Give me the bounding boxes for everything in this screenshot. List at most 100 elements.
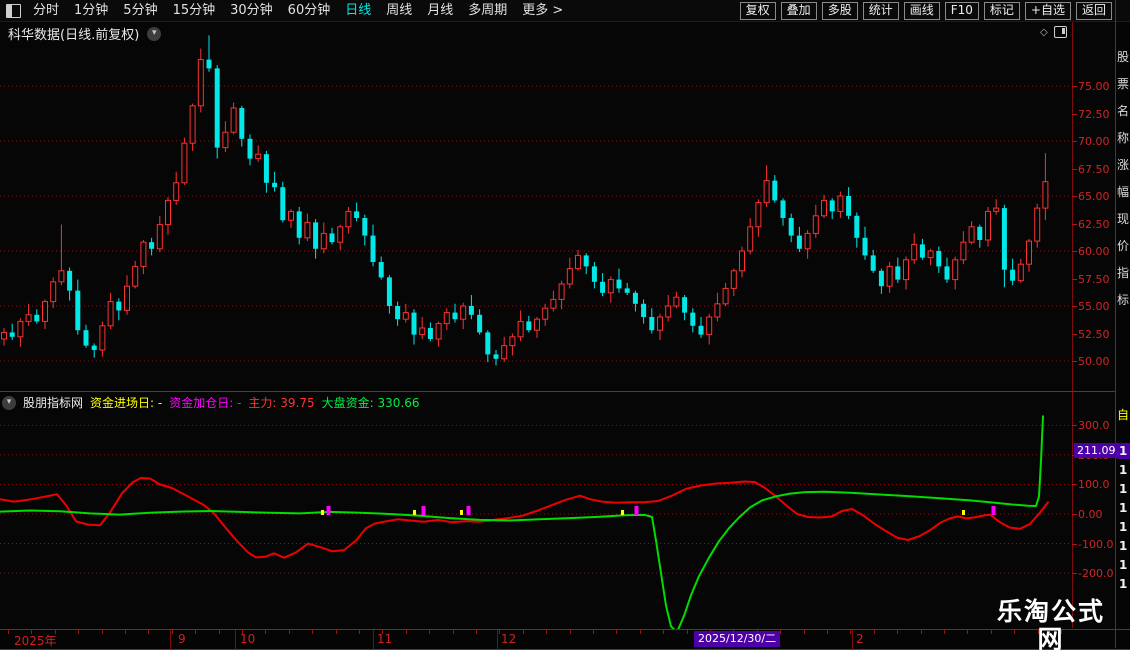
menu-item-6[interactable]: 日线 xyxy=(345,1,371,21)
candle xyxy=(460,302,467,330)
month-label: 10 xyxy=(240,632,256,646)
side-panel-price-digit: 1 xyxy=(1119,520,1128,534)
side-panel-highlight-char: 自 xyxy=(1117,408,1130,422)
date-tick xyxy=(687,630,688,634)
menu-item-0[interactable]: 分时 xyxy=(33,1,59,21)
candle xyxy=(542,303,549,326)
toolbar-button-3[interactable]: 统计 xyxy=(862,1,899,20)
candle xyxy=(386,275,392,314)
price-tick xyxy=(1072,223,1077,225)
indicator-chart[interactable] xyxy=(0,413,1072,634)
window-panel-icon[interactable] xyxy=(1053,26,1067,38)
pane-divider[interactable] xyxy=(0,391,1115,392)
date-tick xyxy=(874,630,875,634)
menu-item-3[interactable]: 15分钟 xyxy=(173,1,216,21)
candle xyxy=(993,199,1000,215)
side-panel-price-digit: 1 xyxy=(1119,539,1128,553)
candle xyxy=(370,224,376,267)
menu-item-9[interactable]: 多周期 xyxy=(468,1,507,21)
chevron-down-circle-icon[interactable]: ▾ xyxy=(147,26,162,41)
candle xyxy=(206,35,212,72)
date-tick xyxy=(780,630,781,634)
indicator-source-label: 股朋指标网 xyxy=(23,396,84,410)
candle xyxy=(165,197,171,235)
date-tick xyxy=(289,630,290,634)
candle xyxy=(247,134,253,166)
candle xyxy=(181,137,188,185)
chevron-down-circle-icon[interactable]: ▾ xyxy=(2,395,16,410)
date-tick xyxy=(429,630,430,634)
candle xyxy=(919,238,925,260)
indicator-header: ▾ 股朋指标网 资金进场日: - 资金加仓日: - 主力: 39.75 大盘资金: 3… xyxy=(2,394,420,411)
menu-item-10[interactable]: 更多 > xyxy=(522,1,563,21)
date-tick xyxy=(359,630,360,634)
toolbar-button-6[interactable]: 标记 xyxy=(983,1,1020,20)
date-tick xyxy=(336,630,337,634)
watchlist-side-panel[interactable]: 股票名称涨幅现价指标自 1 1 1 1 1 1 1 1 xyxy=(1117,22,1130,628)
toolbar-button-1[interactable]: 叠加 xyxy=(780,1,817,20)
date-tick xyxy=(850,630,851,634)
candle xyxy=(698,317,704,338)
candle xyxy=(477,309,483,335)
candle xyxy=(329,227,335,245)
side-panel-char: 幅 xyxy=(1117,185,1130,199)
panel-toggle-icon[interactable] xyxy=(6,3,21,18)
candle xyxy=(173,171,180,205)
menu-item-8[interactable]: 月线 xyxy=(427,1,453,21)
indicator-field-1: 资金加仓日: - xyxy=(169,396,242,410)
toolbar-buttons: 复权 叠加 多股 统计 画线 F10 标记 +自选 返回 xyxy=(739,1,1112,20)
date-tick xyxy=(523,630,524,634)
candle xyxy=(706,313,713,345)
candle xyxy=(189,103,196,151)
side-panel-price-digit: 1 xyxy=(1119,463,1128,477)
menu-item-4[interactable]: 30分钟 xyxy=(230,1,273,21)
date-divider xyxy=(235,630,236,649)
add-position-marker xyxy=(466,506,471,515)
candle xyxy=(1034,203,1041,248)
date-axis[interactable]: 2025年 2025/12/30/二 9 10 11 12 2 xyxy=(0,629,1130,650)
menu-item-5[interactable]: 60分钟 xyxy=(288,1,331,21)
candle xyxy=(345,207,352,234)
candle xyxy=(395,301,401,326)
candle xyxy=(296,207,302,245)
candle xyxy=(91,343,97,358)
candlestick-chart[interactable] xyxy=(0,22,1072,391)
toolbar-button-4[interactable]: 画线 xyxy=(903,1,940,20)
candle xyxy=(411,309,417,345)
date-divider xyxy=(373,630,374,649)
candle xyxy=(607,276,614,303)
candle xyxy=(9,323,15,341)
price-tick xyxy=(1072,196,1077,197)
toolbar-button-0[interactable]: 复权 xyxy=(739,1,776,20)
candle xyxy=(75,279,81,335)
menu-item-2[interactable]: 5分钟 xyxy=(123,1,157,21)
candle xyxy=(730,268,737,297)
month-label: 12 xyxy=(501,632,517,646)
candle xyxy=(804,230,811,259)
candle xyxy=(58,224,65,286)
toolbar-button-2[interactable]: 多股 xyxy=(821,1,858,20)
entry-day-marker xyxy=(321,510,324,515)
indicator-tick xyxy=(1072,425,1077,427)
toolbar-button-7[interactable]: +自选 xyxy=(1024,1,1071,20)
diamond-icon[interactable]: ◇ xyxy=(1040,27,1048,38)
entry-day-marker xyxy=(413,510,416,515)
candle xyxy=(829,198,835,220)
indicator-tick xyxy=(1072,573,1077,575)
candle xyxy=(452,303,458,323)
candle xyxy=(854,212,860,248)
toolbar-button-8[interactable]: 返回 xyxy=(1075,1,1112,20)
toolbar-button-5[interactable]: F10 xyxy=(944,1,979,20)
side-panel-border xyxy=(1115,0,1116,648)
side-panel-char: 现 xyxy=(1117,212,1130,226)
date-divider xyxy=(852,630,853,649)
trading-app-window: 分时 1分钟 5分钟 15分钟 30分钟 60分钟 日线 周线 月线 多周期 更多 > 复权 叠加 多股… xyxy=(0,0,1130,650)
side-panel-char: 称 xyxy=(1117,131,1130,145)
menu-item-1[interactable]: 1分钟 xyxy=(74,1,108,21)
candle xyxy=(288,209,294,228)
side-panel-price-digit: 1 xyxy=(1119,577,1128,591)
candle xyxy=(534,317,540,338)
candle xyxy=(821,194,827,218)
price-tick xyxy=(1072,251,1077,252)
menu-item-7[interactable]: 周线 xyxy=(386,1,412,21)
